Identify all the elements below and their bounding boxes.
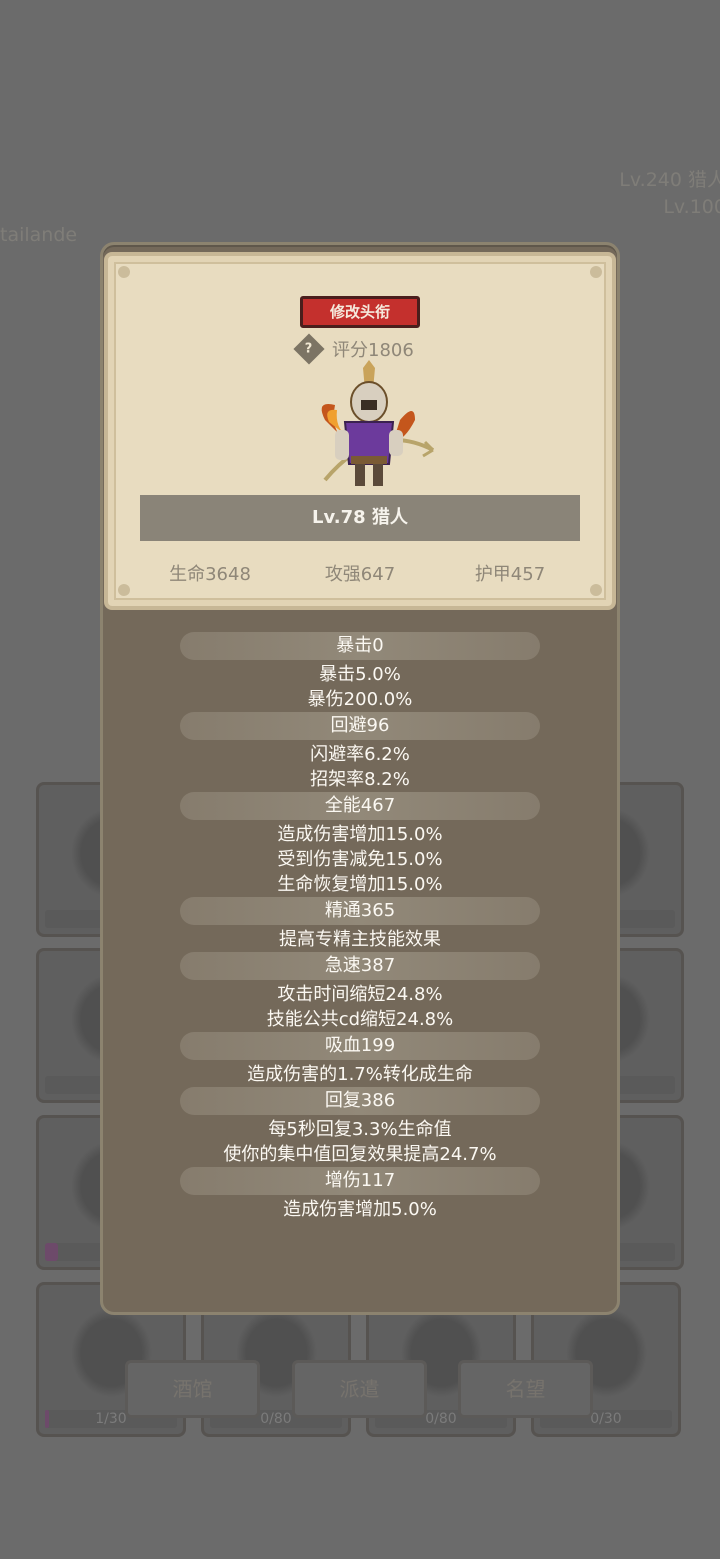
secondary-stats-list: 暴击0 暴击5.0% 暴伤200.0% 回避96 闪避率6.2% 招架率8.2%… [180,632,540,1222]
stat-group-title: 回避96 [180,712,540,740]
stat-group-title: 吸血199 [180,1032,540,1060]
stat-group-title: 回复386 [180,1087,540,1115]
background-level-line: Lv.100 [663,196,720,218]
stat-detail: 暴击5.0% [319,664,401,685]
corner-rivet [590,266,602,278]
background-level-line: Lv.240 猎人 [619,169,720,191]
stat-detail: 生命恢复增加15.0% [277,874,443,895]
stat-group-title: 精通365 [180,897,540,925]
stat-detail: 提高专精主技能效果 [279,929,441,950]
background-tab-fame: 名望 [458,1360,593,1418]
stat-detail: 技能公共cd缩短24.8% [266,1009,454,1030]
character-name-level: Lv.78 猎人 [140,495,580,541]
stat-detail: 攻击时间缩短24.8% [277,984,443,1005]
background-tab-tavern: 酒馆 [125,1360,260,1418]
stat-detail: 暴伤200.0% [307,689,413,710]
score-row: ? 评分1806 [293,333,414,365]
stat-attack-power: 攻强647 [324,564,396,585]
stat-group-title: 暴击0 [180,632,540,660]
background-tab-dispatch: 派遣 [292,1360,427,1418]
stat-group-title: 增伤117 [180,1167,540,1195]
corner-rivet [118,584,130,596]
stat-detail: 造成伤害增加5.0% [283,1199,437,1220]
stat-group-title: 全能467 [180,792,540,820]
corner-rivet [118,266,130,278]
stat-health: 生命3648 [169,564,251,585]
screen: tailande Lv.240 猎人 Lv.100 0 0 0 0 1 0 1/… [0,0,720,1559]
corner-rivet [590,584,602,596]
stat-armor: 护甲457 [474,564,546,585]
background-player-name: tailande [0,224,78,246]
stat-group-title: 急速387 [180,952,540,980]
stat-detail: 造成伤害增加15.0% [277,824,443,845]
score-value: 评分1806 [332,340,414,361]
rename-title-button[interactable]: 修改头衔 [300,296,420,328]
stat-detail: 使你的集中值回复效果提高24.7% [223,1144,497,1165]
stat-detail: 闪避率6.2% [310,744,410,765]
stat-detail: 招架率8.2% [310,769,410,790]
hunter-character-icon [321,360,435,486]
stat-detail: 每5秒回复3.3%生命值 [268,1119,452,1140]
base-stats-row: 生命3648 攻强647 护甲457 [140,560,580,586]
stat-detail: 造成伤害的1.7%转化成生命 [247,1064,473,1085]
stat-detail: 受到伤害减免15.0% [277,849,443,870]
